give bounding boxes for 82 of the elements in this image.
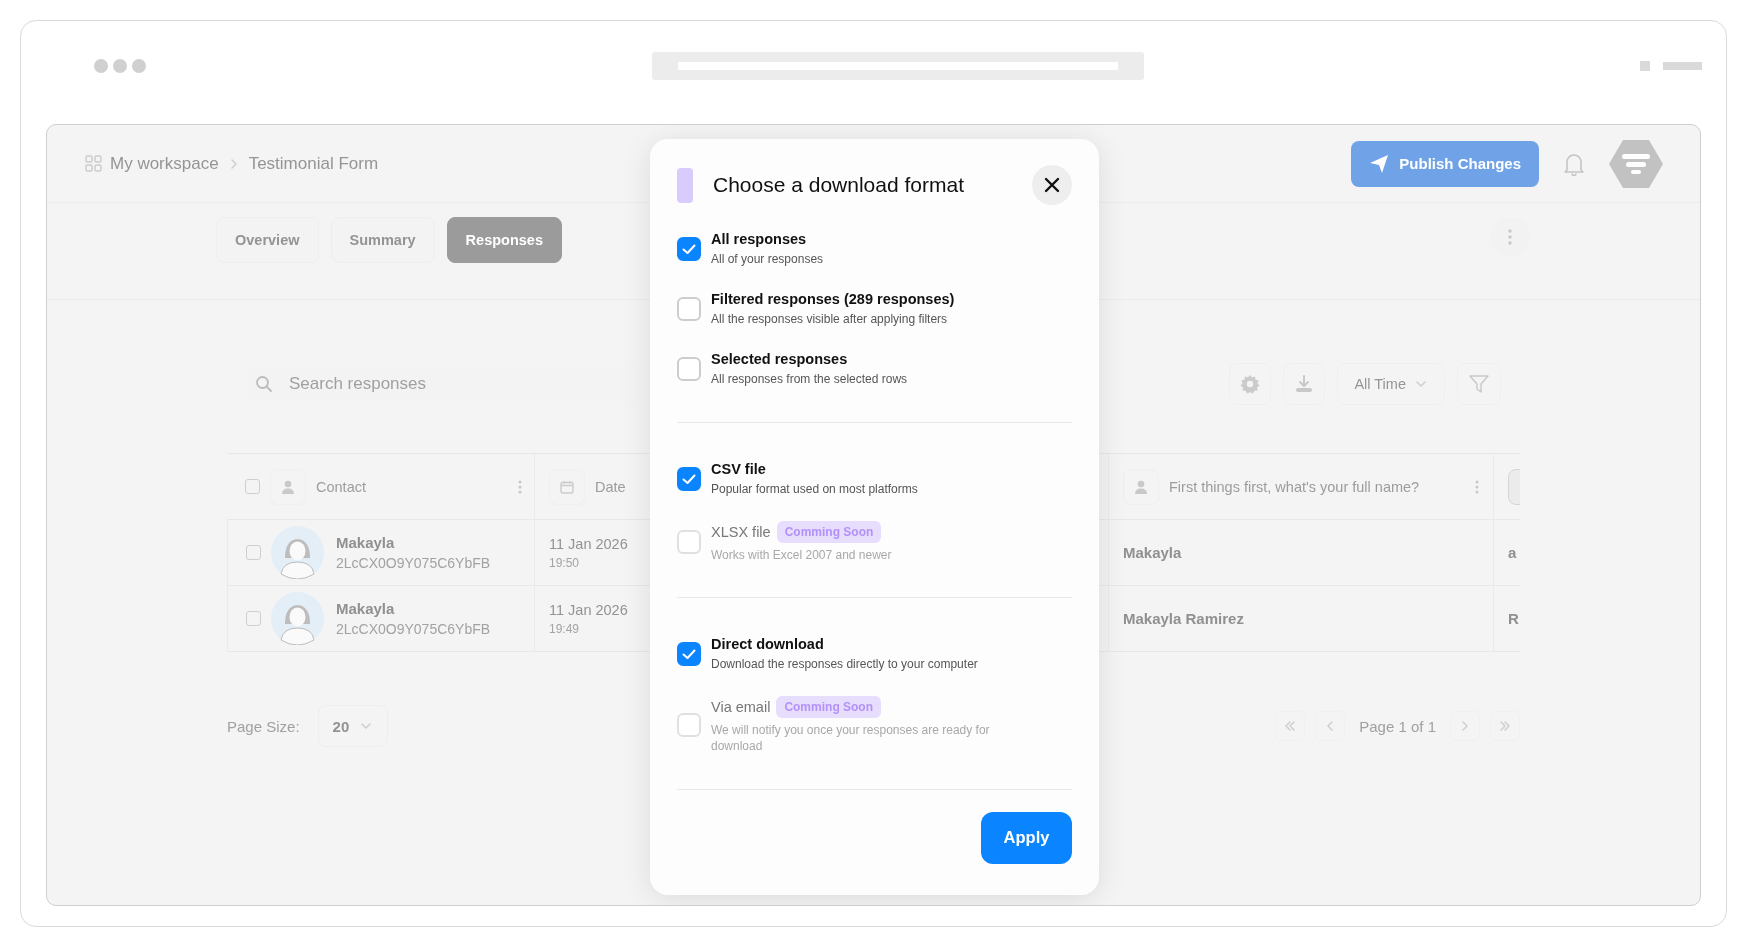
option-label: Direct download xyxy=(711,635,824,652)
checkbox[interactable] xyxy=(677,237,701,262)
contact-name: Makayla xyxy=(336,534,396,551)
coming-soon-badge: Comming Soon xyxy=(776,696,882,719)
checkbox[interactable] xyxy=(677,642,701,667)
time-range-dropdown[interactable]: All Time xyxy=(1337,363,1445,405)
last-page-button[interactable] xyxy=(1490,711,1520,741)
column-header: Contact xyxy=(316,478,366,495)
person-icon xyxy=(1123,468,1159,505)
hexagon-logo-icon[interactable] xyxy=(1609,139,1663,188)
option-label: Filtered responses (289 responses) xyxy=(711,291,955,308)
column-header: Date xyxy=(595,478,626,495)
search-icon xyxy=(255,375,273,393)
option-label: Via email xyxy=(711,699,771,716)
apply-button[interactable]: Apply xyxy=(981,811,1072,864)
publish-button[interactable]: Publish Changes xyxy=(1351,140,1539,187)
checkbox[interactable] xyxy=(677,297,701,322)
download-icon xyxy=(1294,374,1315,394)
page-size-label: Page Size: xyxy=(227,717,300,735)
option-description: All of your responses xyxy=(711,251,824,268)
option-label: XLSX file xyxy=(711,523,771,540)
breadcrumb-current: Testimonial Form xyxy=(248,153,379,174)
download-button[interactable] xyxy=(1283,363,1326,405)
double-chevron-right-icon xyxy=(1498,719,1512,733)
accent-bar xyxy=(677,167,693,203)
coming-soon-badge: Comming Soon xyxy=(776,520,882,543)
table-cell: a xyxy=(1508,544,1517,561)
column-header: First things first, what's your full name? xyxy=(1169,478,1420,495)
paper-plane-icon xyxy=(1369,153,1390,174)
date-cell: 11 Jan 2026 xyxy=(549,535,628,552)
checkbox[interactable] xyxy=(245,479,260,494)
search-input[interactable]: Search responses xyxy=(287,373,611,395)
gear-icon xyxy=(1240,374,1261,394)
table-cell: Makayla xyxy=(1123,544,1182,561)
kebab-icon xyxy=(1508,229,1512,245)
next-page-button[interactable] xyxy=(1450,711,1480,741)
window-controls-icon xyxy=(1640,61,1702,71)
tab[interactable]: Responses xyxy=(446,217,562,263)
filter-icon xyxy=(1468,373,1490,395)
contact-id: 2LcCX0O9Y075C6YbFB xyxy=(336,621,491,637)
calendar-icon xyxy=(549,468,585,505)
column-menu-icon[interactable] xyxy=(1475,479,1479,494)
dialog-title: Choose a download format xyxy=(713,173,965,197)
filter-button[interactable] xyxy=(1457,363,1501,405)
option-description: Popular format used on most platforms xyxy=(711,480,918,497)
date-cell: 11 Jan 2026 xyxy=(549,601,628,618)
contact-id: 2LcCX0O9Y075C6YbFB xyxy=(336,555,491,571)
time-cell-text: 19:50 xyxy=(549,555,581,570)
table-cell: R xyxy=(1508,610,1519,627)
option-description: Download the responses directly to your computer xyxy=(711,655,978,673)
checkbox[interactable] xyxy=(677,357,701,382)
option-label: CSV file xyxy=(711,460,766,477)
option-label: Selected responses xyxy=(711,351,848,368)
checkbox[interactable] xyxy=(246,611,261,626)
page-size-dropdown[interactable]: 20 xyxy=(317,705,389,747)
page-info: Page 1 of 1 xyxy=(1359,717,1436,735)
avatar-icon xyxy=(271,592,324,645)
tab[interactable]: Summary xyxy=(330,217,435,263)
checkbox[interactable] xyxy=(246,545,261,560)
close-icon xyxy=(1044,177,1060,193)
person-icon xyxy=(270,468,306,505)
double-chevron-left-icon xyxy=(1283,719,1298,733)
time-cell-text: 19:49 xyxy=(549,621,581,636)
previous-page-button[interactable] xyxy=(1315,711,1346,741)
close-button[interactable] xyxy=(1032,165,1072,205)
column-menu-icon[interactable] xyxy=(518,479,522,494)
option-description: We will notify you once your responses are ready for download xyxy=(711,722,991,755)
notification-bell-icon[interactable] xyxy=(1563,151,1585,176)
grid-icon xyxy=(85,155,102,172)
option-description: All responses from the selected rows xyxy=(711,371,908,388)
settings-button[interactable] xyxy=(1229,363,1272,405)
tab[interactable]: Overview xyxy=(216,217,319,263)
avatar-icon xyxy=(271,526,324,579)
option-description: All the responses visible after applying filters xyxy=(711,311,949,328)
table-cell: Makayla Ramirez xyxy=(1123,610,1244,627)
checkbox[interactable] xyxy=(677,466,701,491)
contact-name: Makayla xyxy=(336,600,396,617)
first-page-button[interactable] xyxy=(1275,711,1306,741)
breadcrumb-link[interactable]: My workspace xyxy=(110,153,219,174)
window-dots-icon xyxy=(94,59,146,73)
option-description: Works with Excel 2007 and newer xyxy=(711,546,892,563)
option-label: All responses xyxy=(711,231,807,247)
